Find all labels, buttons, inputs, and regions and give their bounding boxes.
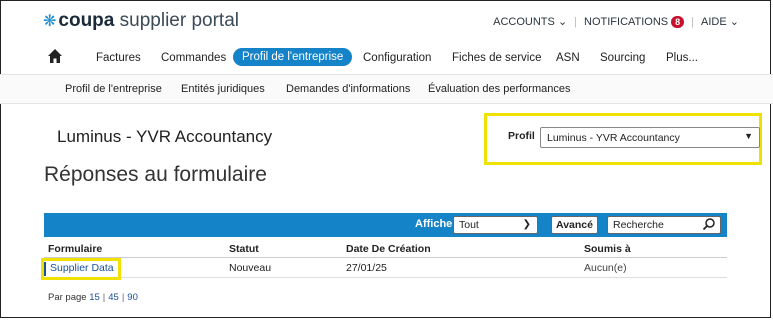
nav-item-commandes[interactable]: Commandes	[161, 52, 226, 64]
column-header-formulaire[interactable]: Formulaire	[48, 243, 102, 255]
subnav-item-demandes-informations[interactable]: Demandes d'informations	[286, 83, 410, 95]
notifications-label: NOTIFICATIONS	[584, 16, 669, 28]
created-date-cell: 27/01/25	[346, 262, 387, 274]
per-page-label: Par page	[48, 292, 87, 303]
nav-item-configuration[interactable]: Configuration	[363, 52, 431, 64]
divider: |	[691, 16, 695, 28]
help-menu[interactable]: AIDE ⌄	[701, 16, 739, 28]
profile-selected-value: Luminus - YVR Accountancy	[547, 132, 680, 144]
main-nav: Factures Commandes Profil de l'entrepris…	[0, 48, 773, 72]
per-page-45[interactable]: 45	[108, 292, 119, 303]
status-cell: Nouveau	[229, 262, 272, 274]
coupa-logo[interactable]: ❋ coupa supplier portal	[43, 10, 239, 32]
profile-label: Profil	[508, 130, 535, 142]
per-page-90[interactable]: 90	[127, 292, 138, 303]
subnav-item-evaluation-performances[interactable]: Évaluation des performances	[428, 83, 570, 95]
nav-item-factures[interactable]: Factures	[96, 52, 141, 64]
logo-portal-text: supplier portal	[119, 10, 239, 31]
nav-item-plus[interactable]: Plus...	[666, 52, 698, 64]
coupa-swirl-icon: ❋	[43, 13, 57, 30]
column-header-statut[interactable]: Statut	[229, 243, 259, 255]
column-header-date-creation[interactable]: Date De Création	[346, 243, 431, 255]
search-placeholder: Recherche	[613, 219, 664, 231]
notifications-link[interactable]: NOTIFICATIONS 8	[584, 16, 685, 28]
per-page-15[interactable]: 15	[89, 292, 100, 303]
logo-coupa-text: coupa	[58, 10, 115, 31]
column-header-soumis-a[interactable]: Soumis à	[584, 243, 631, 255]
page-title: Réponses au formulaire	[44, 163, 267, 186]
nav-item-sourcing[interactable]: Sourcing	[600, 52, 645, 64]
show-label: Afficher	[415, 218, 457, 230]
profile-select[interactable]: Luminus - YVR Accountancy ▼	[540, 127, 760, 148]
filter-value: Tout	[459, 219, 479, 231]
divider: |	[574, 16, 578, 28]
nav-item-fiches-de-service[interactable]: Fiches de service	[452, 52, 541, 64]
nav-item-profil-entreprise[interactable]: Profil de l'entreprise	[233, 48, 353, 66]
divider: |	[102, 292, 106, 303]
notifications-count-badge: 8	[671, 16, 685, 28]
nav-item-asn[interactable]: ASN	[556, 52, 580, 64]
submitted-to-cell: Aucun(e)	[584, 262, 627, 274]
search-icon[interactable]	[702, 217, 716, 231]
table-row: Supplier Data Nouveau 27/01/25 Aucun(e)	[44, 260, 727, 278]
subnav-item-entites-juridiques[interactable]: Entités juridiques	[181, 83, 265, 95]
home-icon[interactable]	[47, 48, 63, 64]
table-header: Formulaire Statut Date De Création Soumi…	[44, 241, 727, 258]
accounts-label: ACCOUNTS	[493, 16, 555, 28]
caret-down-icon: ▼	[744, 131, 753, 141]
company-name: Luminus - YVR Accountancy	[57, 127, 273, 146]
pagination: Par page 15 | 45 | 90	[48, 292, 138, 303]
view-filter-select[interactable]: Tout ❯	[453, 216, 538, 234]
chevron-down-icon: ❯	[522, 219, 531, 230]
table-toolbar: Afficher Tout ❯ Avancé Recherche	[44, 213, 727, 237]
sub-nav: Profil de l'entreprise Entités juridique…	[0, 74, 773, 104]
subnav-item-profil[interactable]: Profil de l'entreprise	[65, 83, 162, 95]
row-highlight	[41, 258, 121, 280]
top-links: ACCOUNTS ⌄ | NOTIFICATIONS 8 | AIDE ⌄	[493, 15, 739, 28]
help-label: AIDE	[701, 16, 727, 28]
divider: |	[121, 292, 125, 303]
chevron-down-icon: ⌄	[729, 16, 739, 28]
top-bar: ❋ coupa supplier portal ACCOUNTS ⌄ | NOTIFI…	[0, 0, 773, 40]
chevron-down-icon: ⌄	[557, 16, 568, 28]
search-input[interactable]: Recherche	[607, 216, 721, 234]
advanced-search-button[interactable]: Avancé	[551, 216, 598, 234]
accounts-menu[interactable]: ACCOUNTS ⌄	[493, 16, 567, 28]
